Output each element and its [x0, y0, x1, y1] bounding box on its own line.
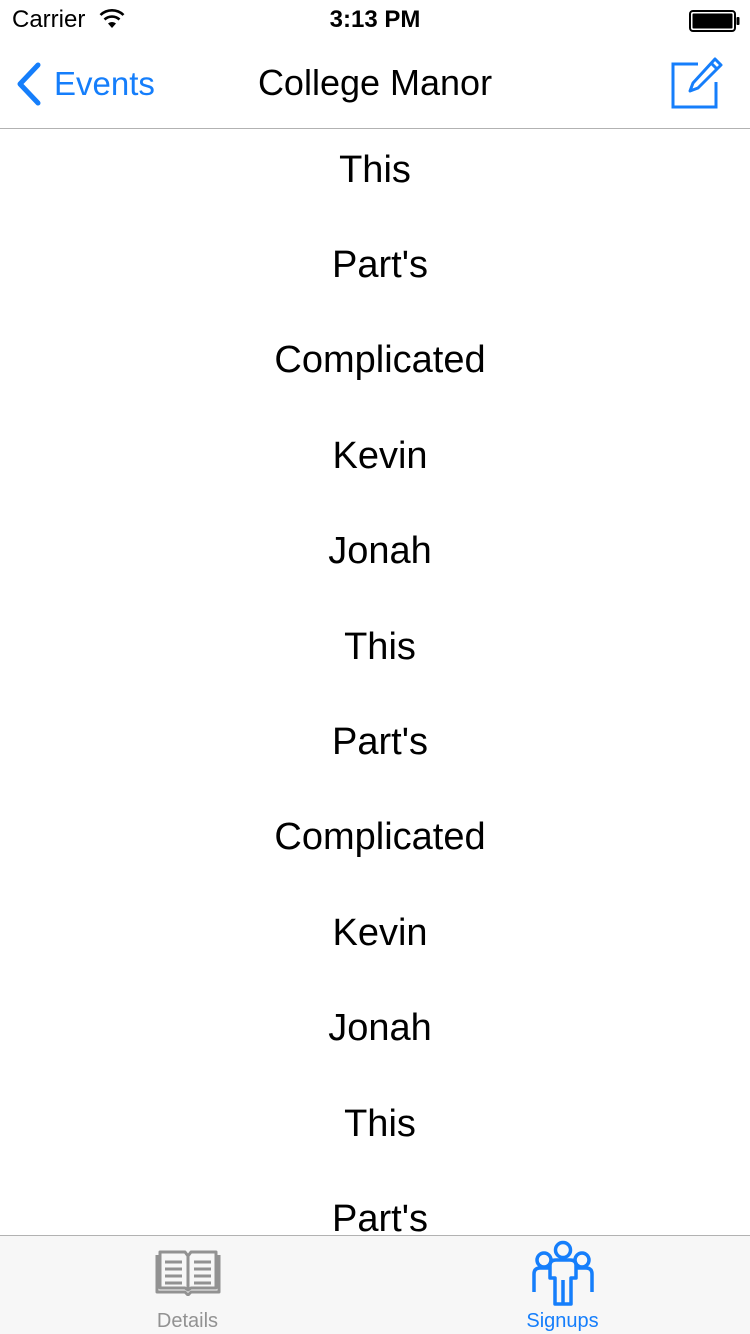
- list-item[interactable]: Part's: [0, 712, 750, 772]
- tab-bar: Details Signups: [0, 1235, 750, 1334]
- battery-icon: [689, 10, 740, 32]
- compose-icon[interactable]: [668, 56, 724, 112]
- list-item[interactable]: Complicated: [0, 807, 750, 867]
- list-item[interactable]: Jonah: [0, 998, 750, 1058]
- book-icon: [155, 1250, 220, 1296]
- tab-signups[interactable]: Signups: [375, 1236, 750, 1334]
- app-screen: Carrier 3:13 PM Events College Manor Thi…: [0, 0, 750, 1334]
- status-time: 3:13 PM: [329, 6, 421, 33]
- list-item[interactable]: Kevin: [0, 426, 750, 486]
- signups-list[interactable]: This Part's Complicated Kevin Jonah This…: [0, 129, 750, 1235]
- tab-signups-label: Signups: [526, 1310, 599, 1332]
- status-bar: Carrier 3:13 PM: [0, 0, 750, 40]
- tab-details-label: Details: [156, 1310, 219, 1332]
- list-item[interactable]: This: [0, 140, 750, 200]
- list-item[interactable]: Complicated: [0, 330, 750, 390]
- list-item[interactable]: Kevin: [0, 903, 750, 963]
- list-item[interactable]: Jonah: [0, 521, 750, 581]
- list-item[interactable]: Part's: [0, 235, 750, 295]
- people-icon: [531, 1240, 594, 1306]
- list-item[interactable]: This: [0, 617, 750, 677]
- tab-details[interactable]: Details: [0, 1236, 375, 1334]
- back-button[interactable]: Events: [14, 60, 155, 108]
- list-item[interactable]: Part's: [0, 1189, 750, 1235]
- back-button-label: Events: [54, 65, 155, 102]
- navigation-bar: Events College Manor: [0, 40, 750, 129]
- chevron-left-icon: [17, 62, 41, 106]
- list-item[interactable]: This: [0, 1094, 750, 1154]
